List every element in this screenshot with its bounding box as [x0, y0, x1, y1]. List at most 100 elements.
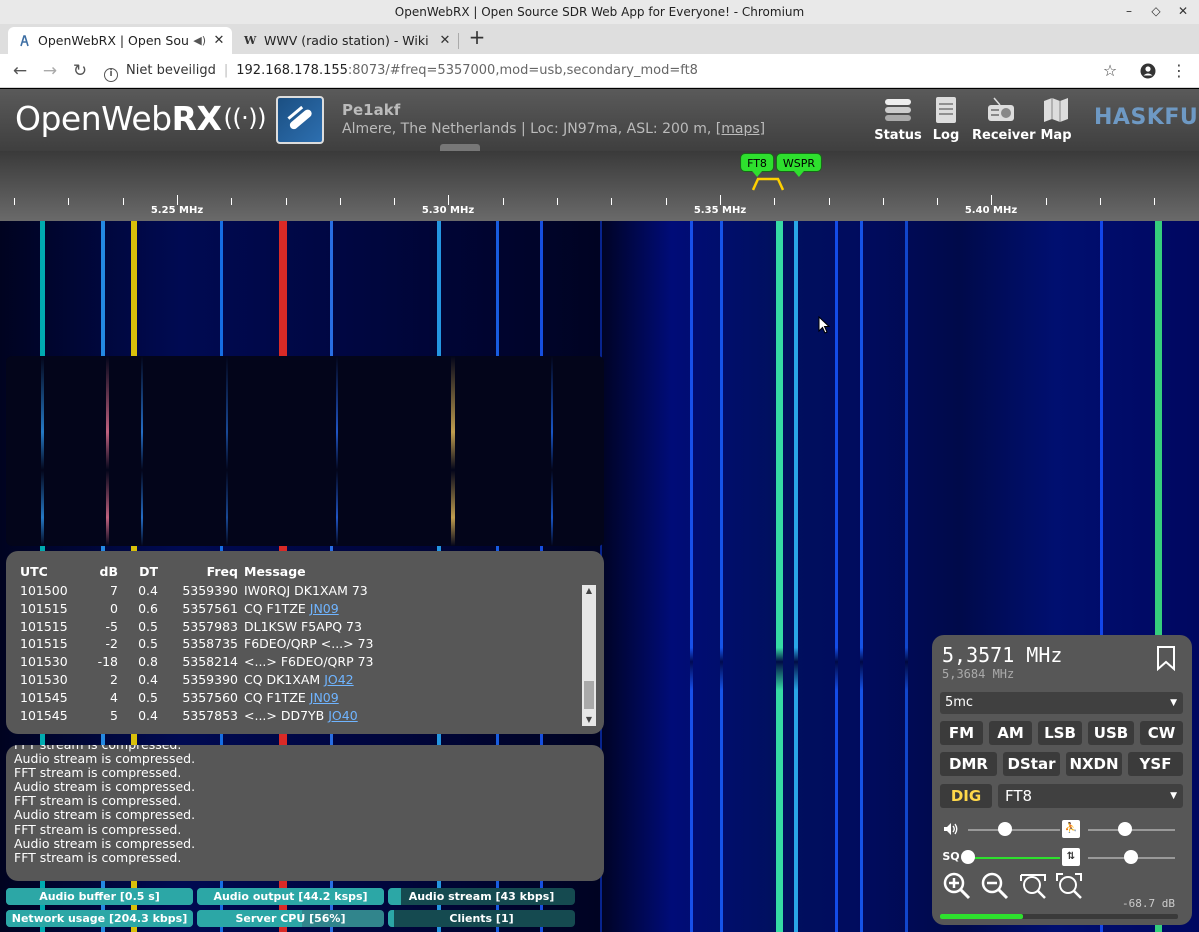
- speaker-icon[interactable]: ◀): [193, 27, 206, 54]
- locator-link[interactable]: JO42: [324, 672, 353, 687]
- zoom-to-filter-icon[interactable]: [1018, 871, 1048, 901]
- reload-icon[interactable]: ↻: [68, 59, 92, 83]
- new-tab-button[interactable]: +: [466, 26, 488, 50]
- scroll-up-arrow-icon[interactable]: ▲: [582, 585, 596, 597]
- mode-usb-button[interactable]: USB: [1088, 721, 1134, 745]
- status-button[interactable]: Status: [872, 95, 924, 145]
- scale-label: 5.30 MHz: [421, 205, 475, 216]
- cell-message: DL1KSW F5APQ 73: [244, 618, 362, 634]
- close-window-button[interactable]: ✕: [1170, 0, 1196, 24]
- tab-wikipedia[interactable]: W WWV (radio station) - Wiki ✕: [234, 27, 458, 54]
- cell-db: 4: [110, 689, 118, 705]
- log-line: Audio stream is compressed.: [14, 751, 196, 767]
- frequency-display[interactable]: 5,3571 MHz: [942, 643, 1062, 667]
- waterfall-signal: [860, 221, 863, 932]
- cell-utc: 101530: [20, 671, 68, 687]
- profile-select[interactable]: 5mc ▼: [940, 692, 1183, 714]
- map-button[interactable]: Map: [1030, 95, 1082, 145]
- squelch-slider[interactable]: [968, 857, 1060, 859]
- cell-utc: 101545: [20, 707, 68, 723]
- tab-close-icon[interactable]: ✕: [438, 27, 452, 54]
- receiver-button[interactable]: Receiver: [972, 95, 1036, 145]
- passband-filter-marker[interactable]: [752, 177, 784, 191]
- agc-slider-knob[interactable]: [1118, 822, 1132, 836]
- mode-am-button[interactable]: AM: [989, 721, 1032, 745]
- smeter-value: -68.7 dB: [1122, 897, 1175, 910]
- mode-dmr-button[interactable]: DMR: [940, 752, 997, 776]
- mode-nxdn-button[interactable]: NXDN: [1066, 752, 1122, 776]
- tab-close-icon[interactable]: ✕: [212, 27, 226, 54]
- address-bar[interactable]: i Niet beveiligd | 192.168.178.155:8073/#fr…: [104, 59, 1124, 83]
- zoom-full-icon[interactable]: [1054, 871, 1084, 901]
- back-arrow-icon[interactable]: ←: [8, 59, 32, 83]
- log-panel: FFT stream is compressed.Audio stream is…: [6, 745, 604, 881]
- cell-dt: 0.4: [138, 583, 158, 598]
- scrollbar-thumb[interactable]: [584, 681, 594, 709]
- bookmark-wspr[interactable]: WSPR: [775, 153, 823, 177]
- squelch-config-icon[interactable]: ⛹: [1062, 820, 1080, 838]
- volume-slider[interactable]: [968, 829, 1060, 831]
- nr-config-icon[interactable]: ⇅: [1062, 848, 1080, 866]
- receiver-avatar: [276, 96, 324, 144]
- waterfall-signal: [690, 221, 693, 932]
- url-host: 192.168.178.155: [236, 63, 348, 78]
- network-usage-bar: Network usage [204.3 kbps]: [6, 910, 193, 927]
- messages-scrollbar[interactable]: ▲ ▼: [582, 585, 596, 726]
- url-rest: :8073/#freq=5357000,mod=usb,secondary_mo…: [347, 63, 698, 78]
- menu-kebab-icon[interactable]: ⋮: [1167, 59, 1191, 83]
- account-icon[interactable]: [1136, 59, 1160, 83]
- progress-fill: [388, 888, 402, 905]
- locator-link[interactable]: JN09: [310, 601, 339, 616]
- openwebrx-logo[interactable]: OpenWebRX((·)): [15, 99, 267, 138]
- bookmark-icon[interactable]: [1154, 645, 1178, 671]
- mode-fm-button[interactable]: FM: [940, 721, 983, 745]
- table-row: 101515 0 0.6 5357561 CQ F1TZE JN09: [18, 600, 578, 618]
- cell-freq: 5357561: [182, 600, 238, 616]
- cell-freq: 5359390: [182, 671, 238, 687]
- locator-link[interactable]: JN09: [310, 690, 339, 705]
- ft8-signal: [336, 356, 338, 546]
- tab-openwebrx[interactable]: OpenWebRX | Open Sou ◀) ✕: [8, 27, 232, 54]
- col-db: dB: [99, 564, 118, 579]
- minimize-button[interactable]: –: [1116, 0, 1142, 24]
- locator-link[interactable]: JO40: [328, 708, 357, 723]
- maps-link[interactable]: [maps]: [716, 121, 765, 137]
- info-icon[interactable]: i: [104, 68, 118, 82]
- header-collapse-tab[interactable]: [440, 144, 480, 151]
- bookmark-star-icon[interactable]: ☆: [1098, 59, 1122, 83]
- scale-tick: [883, 198, 884, 205]
- audio-stream-bar: Audio stream [43 kbps]: [388, 888, 575, 905]
- mode-lsb-button[interactable]: LSB: [1038, 721, 1082, 745]
- mode-dig-button[interactable]: DIG: [940, 784, 992, 808]
- scale-tick: [123, 198, 124, 205]
- zoom-out-icon[interactable]: [980, 871, 1010, 901]
- maximize-button[interactable]: ◇: [1143, 0, 1169, 24]
- mode-cw-button[interactable]: CW: [1140, 721, 1183, 745]
- cell-dt: 0.6: [138, 600, 158, 616]
- cell-db: -5: [105, 618, 118, 634]
- app-header: OpenWebRX((·)) Pe1akf Almere, The Nether…: [0, 89, 1199, 151]
- zoom-in-icon[interactable]: [942, 871, 972, 901]
- smeter-fill: [940, 914, 1024, 919]
- frequency-scale[interactable]: 5.25 MHz 5.30 MHz 5.35 MHz 5.40 MHz FT8 …: [0, 151, 1199, 221]
- cell-dt: 0.8: [138, 654, 158, 670]
- scroll-down-arrow-icon[interactable]: ▼: [582, 714, 596, 726]
- log-line: Audio stream is compressed.: [14, 807, 196, 823]
- scale-tick: [666, 198, 667, 205]
- forward-arrow-icon[interactable]: →: [38, 59, 62, 83]
- table-row: 101515 -2 0.5 5358735 F6DEO/QRP <...> 73: [18, 635, 578, 653]
- browser-toolbar: ← → ↻ i Niet beveiligd | 192.168.178.155:80…: [0, 54, 1199, 88]
- bookmark-ft8[interactable]: FT8: [740, 153, 774, 177]
- log-button[interactable]: Log: [920, 95, 972, 145]
- volume-speaker-icon[interactable]: [942, 820, 960, 838]
- mode-dstar-button[interactable]: DStar: [1003, 752, 1060, 776]
- volume-slider-knob[interactable]: [998, 822, 1012, 836]
- squelch-slider-knob[interactable]: [961, 850, 975, 864]
- table-header-row: UTC dB DT Freq Message: [18, 564, 578, 582]
- table-row: 101545 5 0.4 5357853 <...> DD7YB JO40: [18, 707, 578, 725]
- nr-slider-knob[interactable]: [1124, 850, 1138, 864]
- ft8-secondary-waterfall[interactable]: [6, 356, 604, 546]
- digital-mode-select[interactable]: FT8 ▼: [998, 784, 1183, 808]
- mode-ysf-button[interactable]: YSF: [1128, 752, 1183, 776]
- status-icon: [885, 99, 911, 121]
